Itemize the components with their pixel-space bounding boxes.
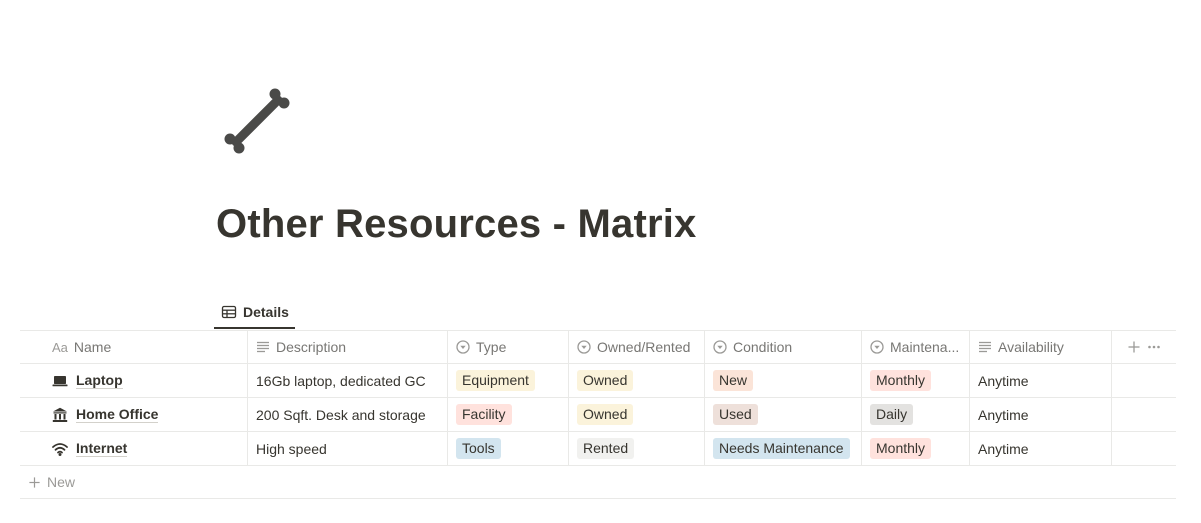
availability-cell[interactable]: Anytime (970, 432, 1112, 465)
availability-text: Anytime (978, 440, 1029, 457)
description-cell[interactable]: 200 Sqft. Desk and storage (248, 398, 448, 431)
row-name[interactable]: Internet (76, 440, 128, 457)
type-cell[interactable]: Tools (448, 432, 569, 465)
wifi-icon (52, 441, 68, 457)
type-tag: Equipment (456, 370, 535, 391)
condition-cell[interactable]: New (705, 364, 862, 397)
type-tag: Facility (456, 404, 512, 425)
description-text: 200 Sqft. Desk and storage (256, 406, 426, 423)
plus-icon (28, 476, 41, 489)
availability-text: Anytime (978, 406, 1029, 423)
description-cell[interactable]: 16Gb laptop, dedicated GC (248, 364, 448, 397)
condition-tag: New (713, 370, 754, 391)
row-name[interactable]: Laptop (76, 372, 123, 389)
type-cell[interactable]: Facility (448, 398, 569, 431)
new-row-label: New (47, 474, 76, 490)
column-header-type[interactable]: Type (448, 331, 569, 363)
type-tag: Tools (456, 438, 501, 459)
column-header-name[interactable]: Aa Name (20, 331, 248, 363)
select-icon (456, 340, 470, 354)
condition-tag: Used (713, 404, 758, 425)
select-icon (713, 340, 727, 354)
tab-details[interactable]: Details (214, 296, 295, 329)
owned-tag: Rented (577, 438, 635, 459)
column-header-condition[interactable]: Condition (705, 331, 862, 363)
select-icon (870, 340, 884, 354)
tab-details-label: Details (243, 303, 289, 320)
page-title[interactable]: Other Resources - Matrix (216, 202, 697, 247)
bone-icon[interactable] (222, 88, 292, 158)
plus-icon[interactable] (1127, 340, 1141, 354)
availability-cell[interactable]: Anytime (970, 364, 1112, 397)
building-icon (52, 407, 68, 423)
more-icon[interactable] (1147, 340, 1161, 354)
lines-icon (256, 340, 270, 354)
maintenance-cell[interactable]: Monthly (862, 364, 970, 397)
laptop-icon (52, 373, 68, 389)
table-icon (221, 304, 237, 320)
new-row-button[interactable]: New (20, 466, 1176, 499)
select-icon (577, 340, 591, 354)
maintenance-tag: Daily (870, 404, 914, 425)
text-aa-icon: Aa (52, 339, 68, 355)
availability-cell[interactable]: Anytime (970, 398, 1112, 431)
description-cell[interactable]: High speed (248, 432, 448, 465)
owned-tag: Owned (577, 404, 634, 425)
table-row[interactable]: Home Office 200 Sqft. Desk and storage F… (20, 398, 1176, 432)
description-text: 16Gb laptop, dedicated GC (256, 372, 426, 389)
owned-cell[interactable]: Owned (569, 364, 705, 397)
empty-cell (1112, 432, 1176, 465)
owned-cell[interactable]: Rented (569, 432, 705, 465)
name-cell[interactable]: Internet (20, 432, 248, 465)
column-header-description[interactable]: Description (248, 331, 448, 363)
lines-icon (978, 340, 992, 354)
row-name[interactable]: Home Office (76, 406, 159, 423)
empty-cell (1112, 398, 1176, 431)
owned-cell[interactable]: Owned (569, 398, 705, 431)
condition-cell[interactable]: Used (705, 398, 862, 431)
availability-text: Anytime (978, 372, 1029, 389)
table-row[interactable]: Internet High speed Tools Rented Needs M… (20, 432, 1176, 466)
type-cell[interactable]: Equipment (448, 364, 569, 397)
maintenance-cell[interactable]: Daily (862, 398, 970, 431)
condition-tag: Needs Maintenance (713, 438, 850, 459)
condition-cell[interactable]: Needs Maintenance (705, 432, 862, 465)
database-table: Aa Name Description Type Owned/Rented Co… (20, 330, 1176, 499)
owned-tag: Owned (577, 370, 634, 391)
description-text: High speed (256, 440, 327, 457)
column-actions (1112, 331, 1176, 363)
column-header-availability[interactable]: Availability (970, 331, 1112, 363)
empty-cell (1112, 364, 1176, 397)
column-header-owned-rented[interactable]: Owned/Rented (569, 331, 705, 363)
name-cell[interactable]: Laptop (20, 364, 248, 397)
maintenance-tag: Monthly (870, 438, 932, 459)
table-header: Aa Name Description Type Owned/Rented Co… (20, 330, 1176, 364)
maintenance-tag: Monthly (870, 370, 932, 391)
name-cell[interactable]: Home Office (20, 398, 248, 431)
maintenance-cell[interactable]: Monthly (862, 432, 970, 465)
table-row[interactable]: Laptop 16Gb laptop, dedicated GC Equipme… (20, 364, 1176, 398)
column-header-maintenance[interactable]: Maintena... (862, 331, 970, 363)
